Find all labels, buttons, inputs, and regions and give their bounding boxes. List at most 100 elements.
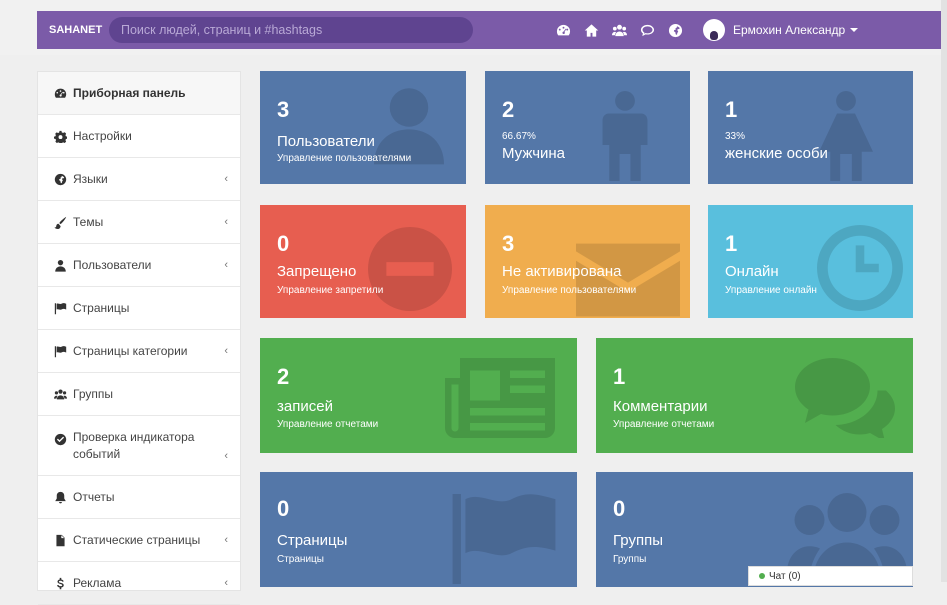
search-input[interactable]: Поиск людей, страниц и #hashtags <box>109 17 473 43</box>
bell-icon <box>53 490 67 504</box>
female-icon <box>819 91 873 184</box>
comments-icon <box>795 358 895 443</box>
users-stat-tile[interactable]: 3 Пользователи Управление пользователями <box>260 71 466 184</box>
inactive-count: 3 <box>502 231 515 256</box>
pages-title: Страницы <box>277 532 348 549</box>
sidebar-item-users[interactable]: Пользователи ‹ <box>38 244 240 287</box>
sidebar-item-label: Языки <box>73 172 108 186</box>
comments-stat-tile[interactable]: 1 Комментарии Управление отчетами <box>596 338 913 453</box>
sidebar-item-settings[interactable]: Настройки <box>38 115 240 158</box>
sidebar-item-languages[interactable]: Языки ‹ <box>38 158 240 201</box>
navbar: SAHANET Поиск людей, страниц и #hashtags… <box>37 11 945 49</box>
chat-label: Чат (0) <box>769 570 801 582</box>
gear-icon <box>53 129 67 143</box>
users-count: 3 <box>277 97 290 122</box>
sidebar-item-page-categories[interactable]: Страницы категории ‹ <box>38 330 240 373</box>
sidebar-item-label: Настройки <box>73 129 132 143</box>
online-link[interactable]: Управление онлайн <box>725 285 817 296</box>
sidebar-item-label: Страницы <box>73 301 130 315</box>
sidebar-item-ads[interactable]: Реклама ‹ <box>38 562 240 605</box>
sidebar-item-label: Темы <box>73 215 104 229</box>
chat-widget[interactable]: Чат (0) <box>748 566 913 586</box>
pages-count: 0 <box>277 496 290 521</box>
sidebar-item-themes[interactable]: Темы ‹ <box>38 201 240 244</box>
brush-icon <box>53 215 67 229</box>
inactive-link[interactable]: Управление пользователями <box>502 285 636 296</box>
page-scrollbar[interactable] <box>941 0 947 582</box>
chat-icon[interactable] <box>639 22 655 38</box>
admin-sidebar: Приборная панель Настройки Языки ‹ Темы … <box>37 71 241 605</box>
flag-icon <box>449 494 559 587</box>
male-count: 2 <box>502 97 515 122</box>
brand-logo[interactable]: SAHANET <box>49 24 109 36</box>
sidebar-item-groups[interactable]: Группы <box>38 373 240 416</box>
dashboard-icon[interactable] <box>555 22 571 38</box>
banned-stat-tile[interactable]: 0 Запрещено Управление запретили <box>260 205 466 318</box>
sidebar-item-dashboard[interactable]: Приборная панель <box>38 72 240 115</box>
avatar <box>703 19 725 41</box>
chevron-left-icon: ‹ <box>224 450 228 462</box>
female-percent: 33% <box>725 131 746 142</box>
check-circle-icon <box>53 432 67 446</box>
sidebar-item-event-indicator[interactable]: Проверка индикатора событий ‹ <box>38 416 240 476</box>
female-stat-tile[interactable]: 1 33% женские особи <box>708 71 913 184</box>
online-title: Онлайн <box>725 263 779 280</box>
comments-title: Комментарии <box>613 398 708 415</box>
sidebar-item-static-pages[interactable]: Статические страницы ‹ <box>38 519 240 562</box>
groups-title: Группы <box>613 532 663 549</box>
chevron-left-icon: ‹ <box>224 345 228 357</box>
sidebar-item-label: Группы <box>73 387 113 401</box>
sidebar-item-label: Статические страницы <box>73 533 201 547</box>
sidebar-item-label: Пользователи <box>73 258 152 272</box>
male-stat-tile[interactable]: 2 66.67% Мужчина <box>485 71 690 184</box>
sidebar-item-label: Страницы категории <box>73 344 188 358</box>
sidebar-item-label: Приборная панель <box>73 86 186 100</box>
chevron-left-icon: ‹ <box>224 534 228 546</box>
flag-icon <box>53 344 67 358</box>
sidebar-item-label: Проверка индикатора событий <box>73 429 195 461</box>
sidebar-item-label: Отчеты <box>73 490 115 504</box>
online-stat-tile[interactable]: 1 Онлайн Управление онлайн <box>708 205 913 318</box>
chevron-left-icon: ‹ <box>224 577 228 589</box>
users-link[interactable]: Управление пользователями <box>277 153 411 164</box>
pages-link[interactable]: Страницы <box>277 554 324 565</box>
chevron-left-icon: ‹ <box>224 173 228 185</box>
flag-icon <box>53 301 67 315</box>
groups-count: 0 <box>613 496 626 521</box>
chevron-left-icon: ‹ <box>224 216 228 228</box>
newspaper-icon <box>445 358 555 443</box>
groups-link[interactable]: Группы <box>613 554 646 565</box>
posts-link[interactable]: Управление отчетами <box>277 419 378 430</box>
inactive-stat-tile[interactable]: 3 Не активирована Управление пользовател… <box>485 205 690 318</box>
pages-stat-tile[interactable]: 0 Страницы Страницы <box>260 472 577 587</box>
globe-icon[interactable] <box>667 22 683 38</box>
banned-link[interactable]: Управление запретили <box>277 285 383 296</box>
male-title: Мужчина <box>502 145 566 162</box>
user-icon <box>53 258 67 272</box>
dollar-icon <box>53 576 67 590</box>
sidebar-item-pages[interactable]: Страницы <box>38 287 240 330</box>
envelope-icon <box>576 243 680 318</box>
online-count: 1 <box>725 231 738 256</box>
sidebar-item-label: Реклама <box>73 576 122 590</box>
sidebar-item-reports[interactable]: Отчеты <box>38 476 240 519</box>
home-icon[interactable] <box>583 22 599 38</box>
banned-count: 0 <box>277 231 290 256</box>
male-icon <box>600 91 650 184</box>
file-icon <box>53 533 67 547</box>
posts-count: 2 <box>277 364 290 389</box>
minus-circle-icon <box>368 227 452 316</box>
globe-icon <box>53 172 67 186</box>
users-icon <box>53 387 67 401</box>
users-icon[interactable] <box>611 22 627 38</box>
posts-stat-tile[interactable]: 2 записей Управление отчетами <box>260 338 577 453</box>
comments-link[interactable]: Управление отчетами <box>613 419 714 430</box>
dashboard-icon <box>53 86 67 100</box>
user-name: Ермохин Александр <box>733 23 846 37</box>
chevron-left-icon: ‹ <box>224 259 228 271</box>
online-dot-icon <box>759 573 765 579</box>
clock-icon <box>817 225 903 316</box>
user-menu[interactable]: Ермохин Александр <box>703 19 859 41</box>
banned-title: Запрещено <box>277 263 357 280</box>
inactive-title: Не активирована <box>502 263 622 280</box>
